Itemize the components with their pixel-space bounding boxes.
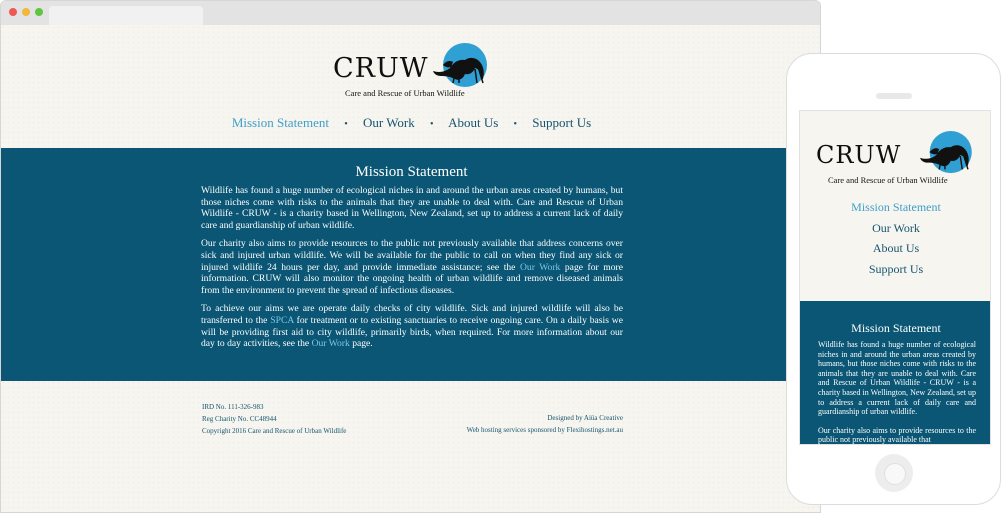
text-span: page.: [349, 338, 373, 350]
mobile-mission-title: Mission Statement: [851, 321, 941, 335]
mobile-device-frame: CRUW Care and Rescue of Urban Wildlife M…: [786, 53, 1001, 505]
phone-speaker: [876, 93, 912, 99]
site-logo[interactable]: CRUW Care and Rescue of Urban Wildlife: [333, 43, 493, 105]
nav-our-work[interactable]: Our Work: [363, 115, 415, 130]
spca-link[interactable]: SPCA: [270, 315, 293, 326]
designer-credit[interactable]: Designed by Aiüa Creative: [467, 412, 623, 424]
browser-tab[interactable]: [49, 6, 203, 25]
browser-title-bar: [1, 1, 820, 25]
mobile-mission-body: Wildlife has found a huge number of ecol…: [818, 340, 976, 445]
mobile-nav-mission-statement[interactable]: Mission Statement: [800, 200, 990, 221]
nav-separator: •: [344, 119, 348, 130]
phone-home-button[interactable]: [875, 454, 913, 492]
mobile-logo-text: CRUW: [816, 141, 902, 169]
mission-paragraph-3: To achieve our aims we are operate daily…: [201, 303, 623, 349]
nav-support-us[interactable]: Support Us: [532, 115, 591, 130]
our-work-link-2[interactable]: Our Work: [312, 338, 350, 349]
copyright: Copyright 2016 Care and Rescue of Urban …: [202, 427, 347, 435]
nav-separator: •: [430, 119, 434, 130]
nav-mission-statement[interactable]: Mission Statement: [232, 115, 329, 130]
mobile-logo-subtitle: Care and Rescue of Urban Wildlife: [828, 175, 948, 185]
mission-title: Mission Statement: [355, 164, 468, 180]
hosting-credit[interactable]: Web hosting services sponsored by Flexih…: [467, 424, 623, 436]
mobile-nav-about-us[interactable]: About Us: [800, 241, 990, 262]
mission-paragraph-2: Our charity also aims to provide resourc…: [201, 238, 623, 296]
nav-about-us[interactable]: About Us: [448, 115, 498, 130]
bird-logo-icon: [433, 43, 487, 87]
our-work-link[interactable]: Our Work: [520, 262, 560, 273]
mobile-nav-support-us[interactable]: Support Us: [800, 262, 990, 283]
minimize-window-dot[interactable]: [22, 8, 30, 16]
mobile-nav-our-work[interactable]: Our Work: [800, 221, 990, 242]
mission-paragraph-1: Wildlife has found a huge number of ecol…: [201, 185, 623, 231]
logo-text: CRUW: [333, 53, 429, 84]
footer-left: IRD No. 111-326-983 Reg Charity No. CC48…: [202, 401, 346, 437]
bird-logo-icon: [920, 131, 972, 174]
desktop-browser-frame: CRUW Care and Rescue of Urban Wildlife M…: [0, 0, 821, 513]
charity-number: Reg Charity No. CC48944: [202, 415, 277, 423]
mission-body: Wildlife has found a huge number of ecol…: [201, 185, 623, 357]
desktop-viewport: CRUW Care and Rescue of Urban Wildlife M…: [1, 25, 820, 512]
logo-subtitle: Care and Rescue of Urban Wildlife: [345, 88, 465, 98]
footer-right: Designed by Aiüa Creative Web hosting se…: [467, 412, 623, 436]
main-navigation: Mission Statement • Our Work • About Us …: [1, 115, 820, 131]
nav-separator: •: [513, 119, 518, 130]
mobile-screen: CRUW Care and Rescue of Urban Wildlife M…: [799, 110, 991, 445]
mobile-navigation: Mission Statement Our Work About Us Supp…: [800, 200, 990, 283]
mobile-site-logo[interactable]: CRUW Care and Rescue of Urban Wildlife: [816, 131, 976, 191]
mobile-mission-section: Mission Statement Wildlife has found a h…: [800, 301, 990, 445]
mobile-mission-paragraph-1: Wildlife has found a huge number of ecol…: [818, 340, 976, 417]
maximize-window-dot[interactable]: [35, 8, 43, 16]
mobile-mission-paragraph-2: Our charity also aims to provide resourc…: [818, 425, 976, 445]
close-window-dot[interactable]: [9, 8, 17, 16]
mission-section: Mission Statement Wildlife has found a h…: [1, 148, 820, 381]
ird-number: IRD No. 111-326-983: [202, 403, 264, 411]
